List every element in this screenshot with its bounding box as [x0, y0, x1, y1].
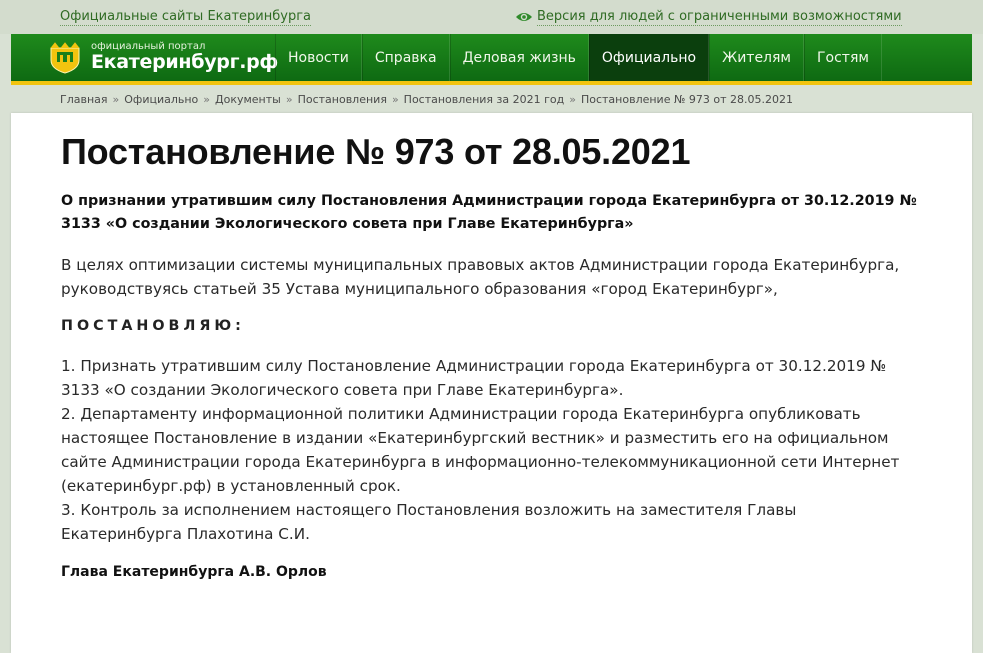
- decree-heading: ПОСТАНОВЛЯЮ:: [61, 318, 245, 334]
- breadcrumb-item[interactable]: Официально: [124, 93, 198, 106]
- decree-items: 1. Признать утратившим силу Постановлени…: [61, 354, 921, 546]
- document-panel: Постановление № 973 от 28.05.2021 О приз…: [11, 113, 972, 653]
- nav-item-residents[interactable]: Жителям: [709, 34, 804, 81]
- decree-item: 2. Департаменту информационной политики …: [61, 405, 900, 495]
- decree-item: 3. Контроль за исполнением настоящего По…: [61, 501, 797, 543]
- nav-item-news[interactable]: Новости: [275, 34, 362, 81]
- document-subtitle: О признании утратившим силу Постановлени…: [61, 193, 917, 232]
- breadcrumb-item[interactable]: Постановления: [298, 93, 387, 106]
- page-title: Постановление № 973 от 28.05.2021: [61, 131, 691, 172]
- nav-item-business[interactable]: Деловая жизнь: [449, 34, 589, 81]
- city-emblem-icon[interactable]: [47, 42, 83, 74]
- official-sites-link[interactable]: Официальные сайты Екатеринбурга: [60, 9, 312, 26]
- breadcrumb-item[interactable]: Постановления за 2021 год: [404, 93, 565, 106]
- site-logo-text[interactable]: Екатеринбург.рф: [91, 51, 278, 73]
- main-nav: официальный портал Екатеринбург.рф Новос…: [11, 34, 972, 85]
- nav-item-guests[interactable]: Гостям: [804, 34, 882, 81]
- breadcrumb-separator: »: [203, 93, 211, 106]
- breadcrumb-separator: »: [112, 93, 120, 106]
- breadcrumb-item[interactable]: Документы: [215, 93, 281, 106]
- breadcrumb-current: Постановление № 973 от 28.05.2021: [580, 93, 794, 106]
- nav-item-official[interactable]: Официально: [588, 34, 710, 81]
- breadcrumb-separator: »: [285, 93, 293, 106]
- accessibility-version-link[interactable]: Версия для людей с ограниченными возможн…: [537, 9, 902, 26]
- top-bar: Официальные сайты Екатеринбурга Версия д…: [0, 0, 983, 34]
- breadcrumb-item[interactable]: Главная: [60, 93, 108, 106]
- nav-menu: Новости Справка Деловая жизнь Официально…: [275, 34, 882, 81]
- decree-item: 1. Признать утратившим силу Постановлени…: [61, 357, 887, 399]
- document-preamble: В целях оптимизации системы муниципальны…: [61, 256, 900, 298]
- signature: Глава Екатеринбурга А.В. Орлов: [61, 564, 327, 580]
- document-content: Постановление № 973 от 28.05.2021 О приз…: [61, 131, 921, 580]
- eye-icon: [516, 13, 532, 21]
- breadcrumb-separator: »: [391, 93, 399, 106]
- breadcrumb-separator: »: [569, 93, 576, 106]
- nav-item-reference[interactable]: Справка: [361, 34, 450, 81]
- breadcrumb: Главная » Официально » Документы » Постановлен…: [60, 93, 793, 106]
